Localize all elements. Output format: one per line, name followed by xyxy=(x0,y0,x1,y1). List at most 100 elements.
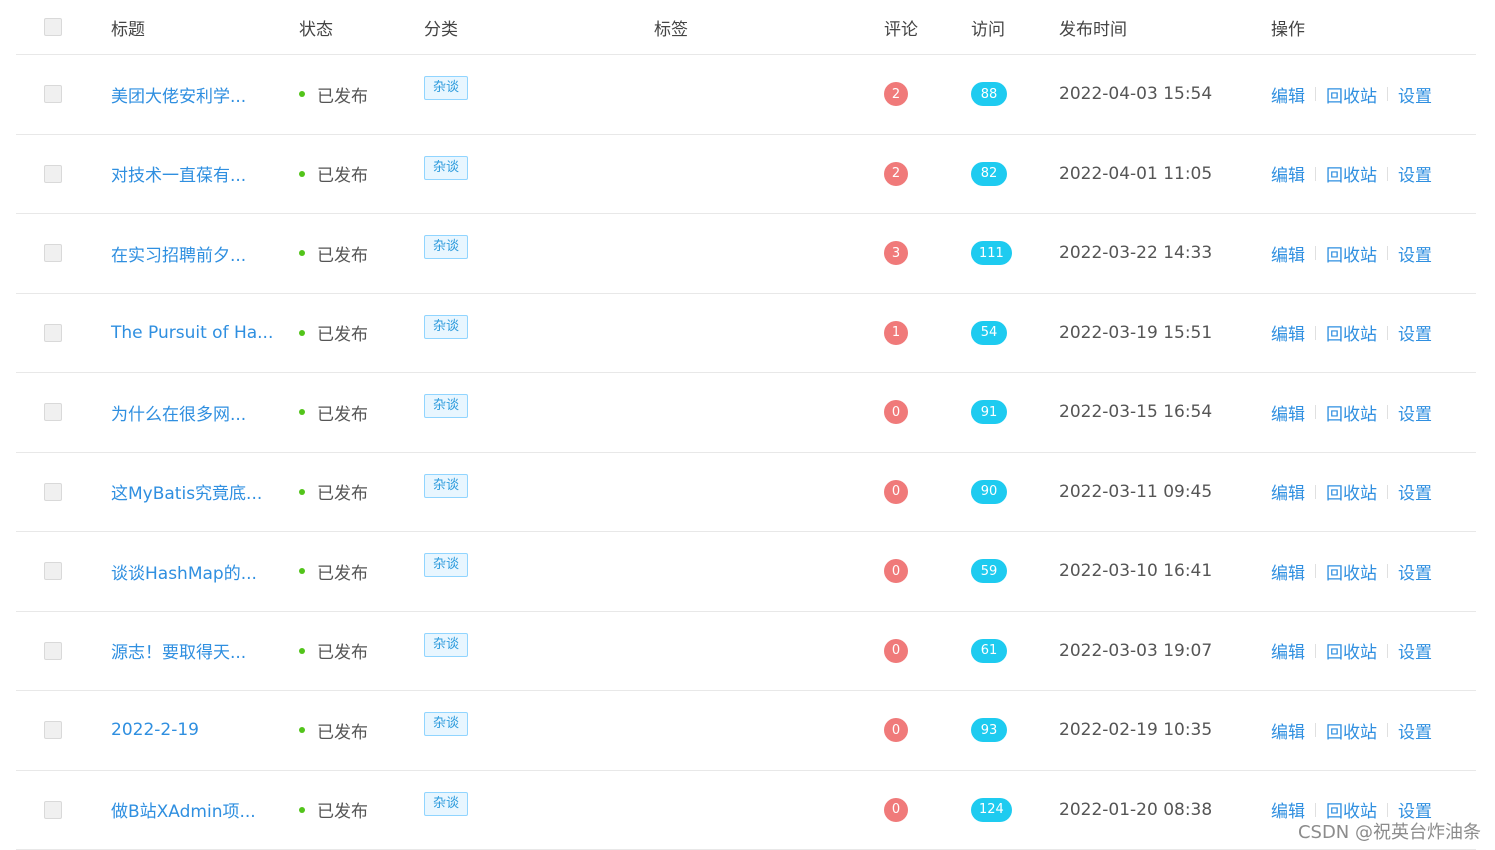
operation-divider xyxy=(1387,643,1388,658)
row-checkbox[interactable] xyxy=(44,85,62,104)
article-title-link[interactable]: The Pursuit of Ha... xyxy=(111,323,273,343)
visit-count-badge: 91 xyxy=(971,400,1007,425)
category-tag: 杂谈 xyxy=(424,473,469,498)
recycle-button[interactable]: 回收站 xyxy=(1326,718,1377,743)
published-status-dot-icon xyxy=(299,647,305,654)
visit-count-badge: 124 xyxy=(971,797,1012,822)
article-title-link[interactable]: 美团大佬安利学... xyxy=(111,82,246,107)
edit-button[interactable]: 编辑 xyxy=(1271,82,1305,107)
header-title[interactable]: 标题 xyxy=(111,0,145,54)
publish-time: 2022-03-10 16:41 xyxy=(1059,561,1213,582)
row-checkbox[interactable] xyxy=(44,562,62,581)
edit-button[interactable]: 编辑 xyxy=(1271,320,1305,345)
publish-time: 2022-01-20 08:38 xyxy=(1059,799,1213,820)
row-operations: 编辑 回收站 设置 xyxy=(1271,532,1432,611)
operation-divider xyxy=(1315,325,1316,340)
settings-button[interactable]: 设置 xyxy=(1398,82,1432,107)
article-title-link[interactable]: 在实习招聘前夕... xyxy=(111,241,246,266)
status-text: 已发布 xyxy=(317,245,368,266)
recycle-button[interactable]: 回收站 xyxy=(1326,241,1377,266)
recycle-button[interactable]: 回收站 xyxy=(1326,320,1377,345)
status-text: 已发布 xyxy=(317,722,368,743)
status-text: 已发布 xyxy=(317,86,368,107)
edit-button[interactable]: 编辑 xyxy=(1271,479,1305,504)
visit-count-badge: 59 xyxy=(971,559,1007,584)
row-checkbox[interactable] xyxy=(44,244,62,263)
operation-divider xyxy=(1315,802,1316,817)
operation-divider xyxy=(1315,246,1316,261)
comment-count-badge: 2 xyxy=(884,161,908,186)
operation-divider xyxy=(1387,802,1388,817)
recycle-button[interactable]: 回收站 xyxy=(1326,479,1377,504)
row-operations: 编辑 回收站 设置 xyxy=(1271,691,1432,770)
article-title-link[interactable]: 对技术一直葆有... xyxy=(111,161,246,186)
row-operations: 编辑 回收站 设置 xyxy=(1271,294,1432,373)
settings-button[interactable]: 设置 xyxy=(1398,479,1432,504)
header-publish-time[interactable]: 发布时间 xyxy=(1059,0,1127,54)
settings-button[interactable]: 设置 xyxy=(1398,718,1432,743)
row-checkbox[interactable] xyxy=(44,323,62,342)
visit-count-badge: 54 xyxy=(971,320,1007,345)
row-operations: 编辑 回收站 设置 xyxy=(1271,612,1432,691)
edit-button[interactable]: 编辑 xyxy=(1271,559,1305,584)
published-status-dot-icon xyxy=(299,250,305,257)
row-checkbox[interactable] xyxy=(44,164,62,183)
visit-count-badge: 88 xyxy=(971,82,1007,107)
header-visits[interactable]: 访问 xyxy=(971,0,1005,54)
header-comments[interactable]: 评论 xyxy=(884,0,918,54)
table-row: 谈谈HashMap的... 已发布 杂谈 0 59 2022-03-10 16:41 编辑回… xyxy=(16,532,1476,612)
published-status-dot-icon xyxy=(299,329,305,336)
select-all-checkbox[interactable] xyxy=(44,18,62,36)
row-checkbox[interactable] xyxy=(44,800,62,819)
category-tag: 杂谈 xyxy=(424,791,469,816)
recycle-button[interactable]: 回收站 xyxy=(1326,161,1377,186)
row-checkbox[interactable] xyxy=(44,641,62,660)
row-operations: 编辑 回收站 设置 xyxy=(1271,214,1432,293)
recycle-button[interactable]: 回收站 xyxy=(1326,400,1377,425)
header-tags[interactable]: 标签 xyxy=(654,0,688,54)
recycle-button[interactable]: 回收站 xyxy=(1326,559,1377,584)
article-title-link[interactable]: 2022-2-19 xyxy=(111,720,199,740)
settings-button[interactable]: 设置 xyxy=(1398,161,1432,186)
operation-divider xyxy=(1387,723,1388,738)
edit-button[interactable]: 编辑 xyxy=(1271,718,1305,743)
settings-button[interactable]: 设置 xyxy=(1398,241,1432,266)
row-checkbox[interactable] xyxy=(44,482,62,501)
row-checkbox[interactable] xyxy=(44,403,62,422)
settings-button[interactable]: 设置 xyxy=(1398,320,1432,345)
row-operations: 编辑 回收站 设置 xyxy=(1271,373,1432,452)
settings-button[interactable]: 设置 xyxy=(1398,559,1432,584)
edit-button[interactable]: 编辑 xyxy=(1271,241,1305,266)
settings-button[interactable]: 设置 xyxy=(1398,400,1432,425)
recycle-button[interactable]: 回收站 xyxy=(1326,638,1377,663)
recycle-button[interactable]: 回收站 xyxy=(1326,82,1377,107)
article-title-link[interactable]: 这MyBatis究竟底... xyxy=(111,479,262,504)
status-text: 已发布 xyxy=(317,404,368,425)
operation-divider xyxy=(1315,166,1316,181)
article-title-link[interactable]: 为什么在很多网... xyxy=(111,400,246,425)
edit-button[interactable]: 编辑 xyxy=(1271,638,1305,663)
article-title-link[interactable]: 源志！要取得天... xyxy=(111,638,246,663)
visit-count-badge: 93 xyxy=(971,718,1007,743)
operation-divider xyxy=(1387,484,1388,499)
category-tag: 杂谈 xyxy=(424,394,469,419)
edit-button[interactable]: 编辑 xyxy=(1271,400,1305,425)
comment-count-badge: 0 xyxy=(884,559,908,584)
header-category[interactable]: 分类 xyxy=(424,0,458,54)
publish-time: 2022-03-15 16:54 xyxy=(1059,402,1213,423)
header-status[interactable]: 状态 xyxy=(299,0,333,54)
operation-divider xyxy=(1387,246,1388,261)
status-text: 已发布 xyxy=(317,563,368,584)
comment-count-badge: 1 xyxy=(884,320,908,345)
operation-divider xyxy=(1387,166,1388,181)
operation-divider xyxy=(1315,484,1316,499)
article-title-link[interactable]: 谈谈HashMap的... xyxy=(111,559,257,584)
comment-count-badge: 2 xyxy=(884,82,908,107)
publish-time: 2022-03-03 19:07 xyxy=(1059,640,1213,661)
settings-button[interactable]: 设置 xyxy=(1398,638,1432,663)
published-status-dot-icon xyxy=(299,91,305,98)
operation-divider xyxy=(1315,405,1316,420)
edit-button[interactable]: 编辑 xyxy=(1271,161,1305,186)
row-checkbox[interactable] xyxy=(44,721,62,740)
article-title-link[interactable]: 做B站XAdmin项... xyxy=(111,797,256,822)
